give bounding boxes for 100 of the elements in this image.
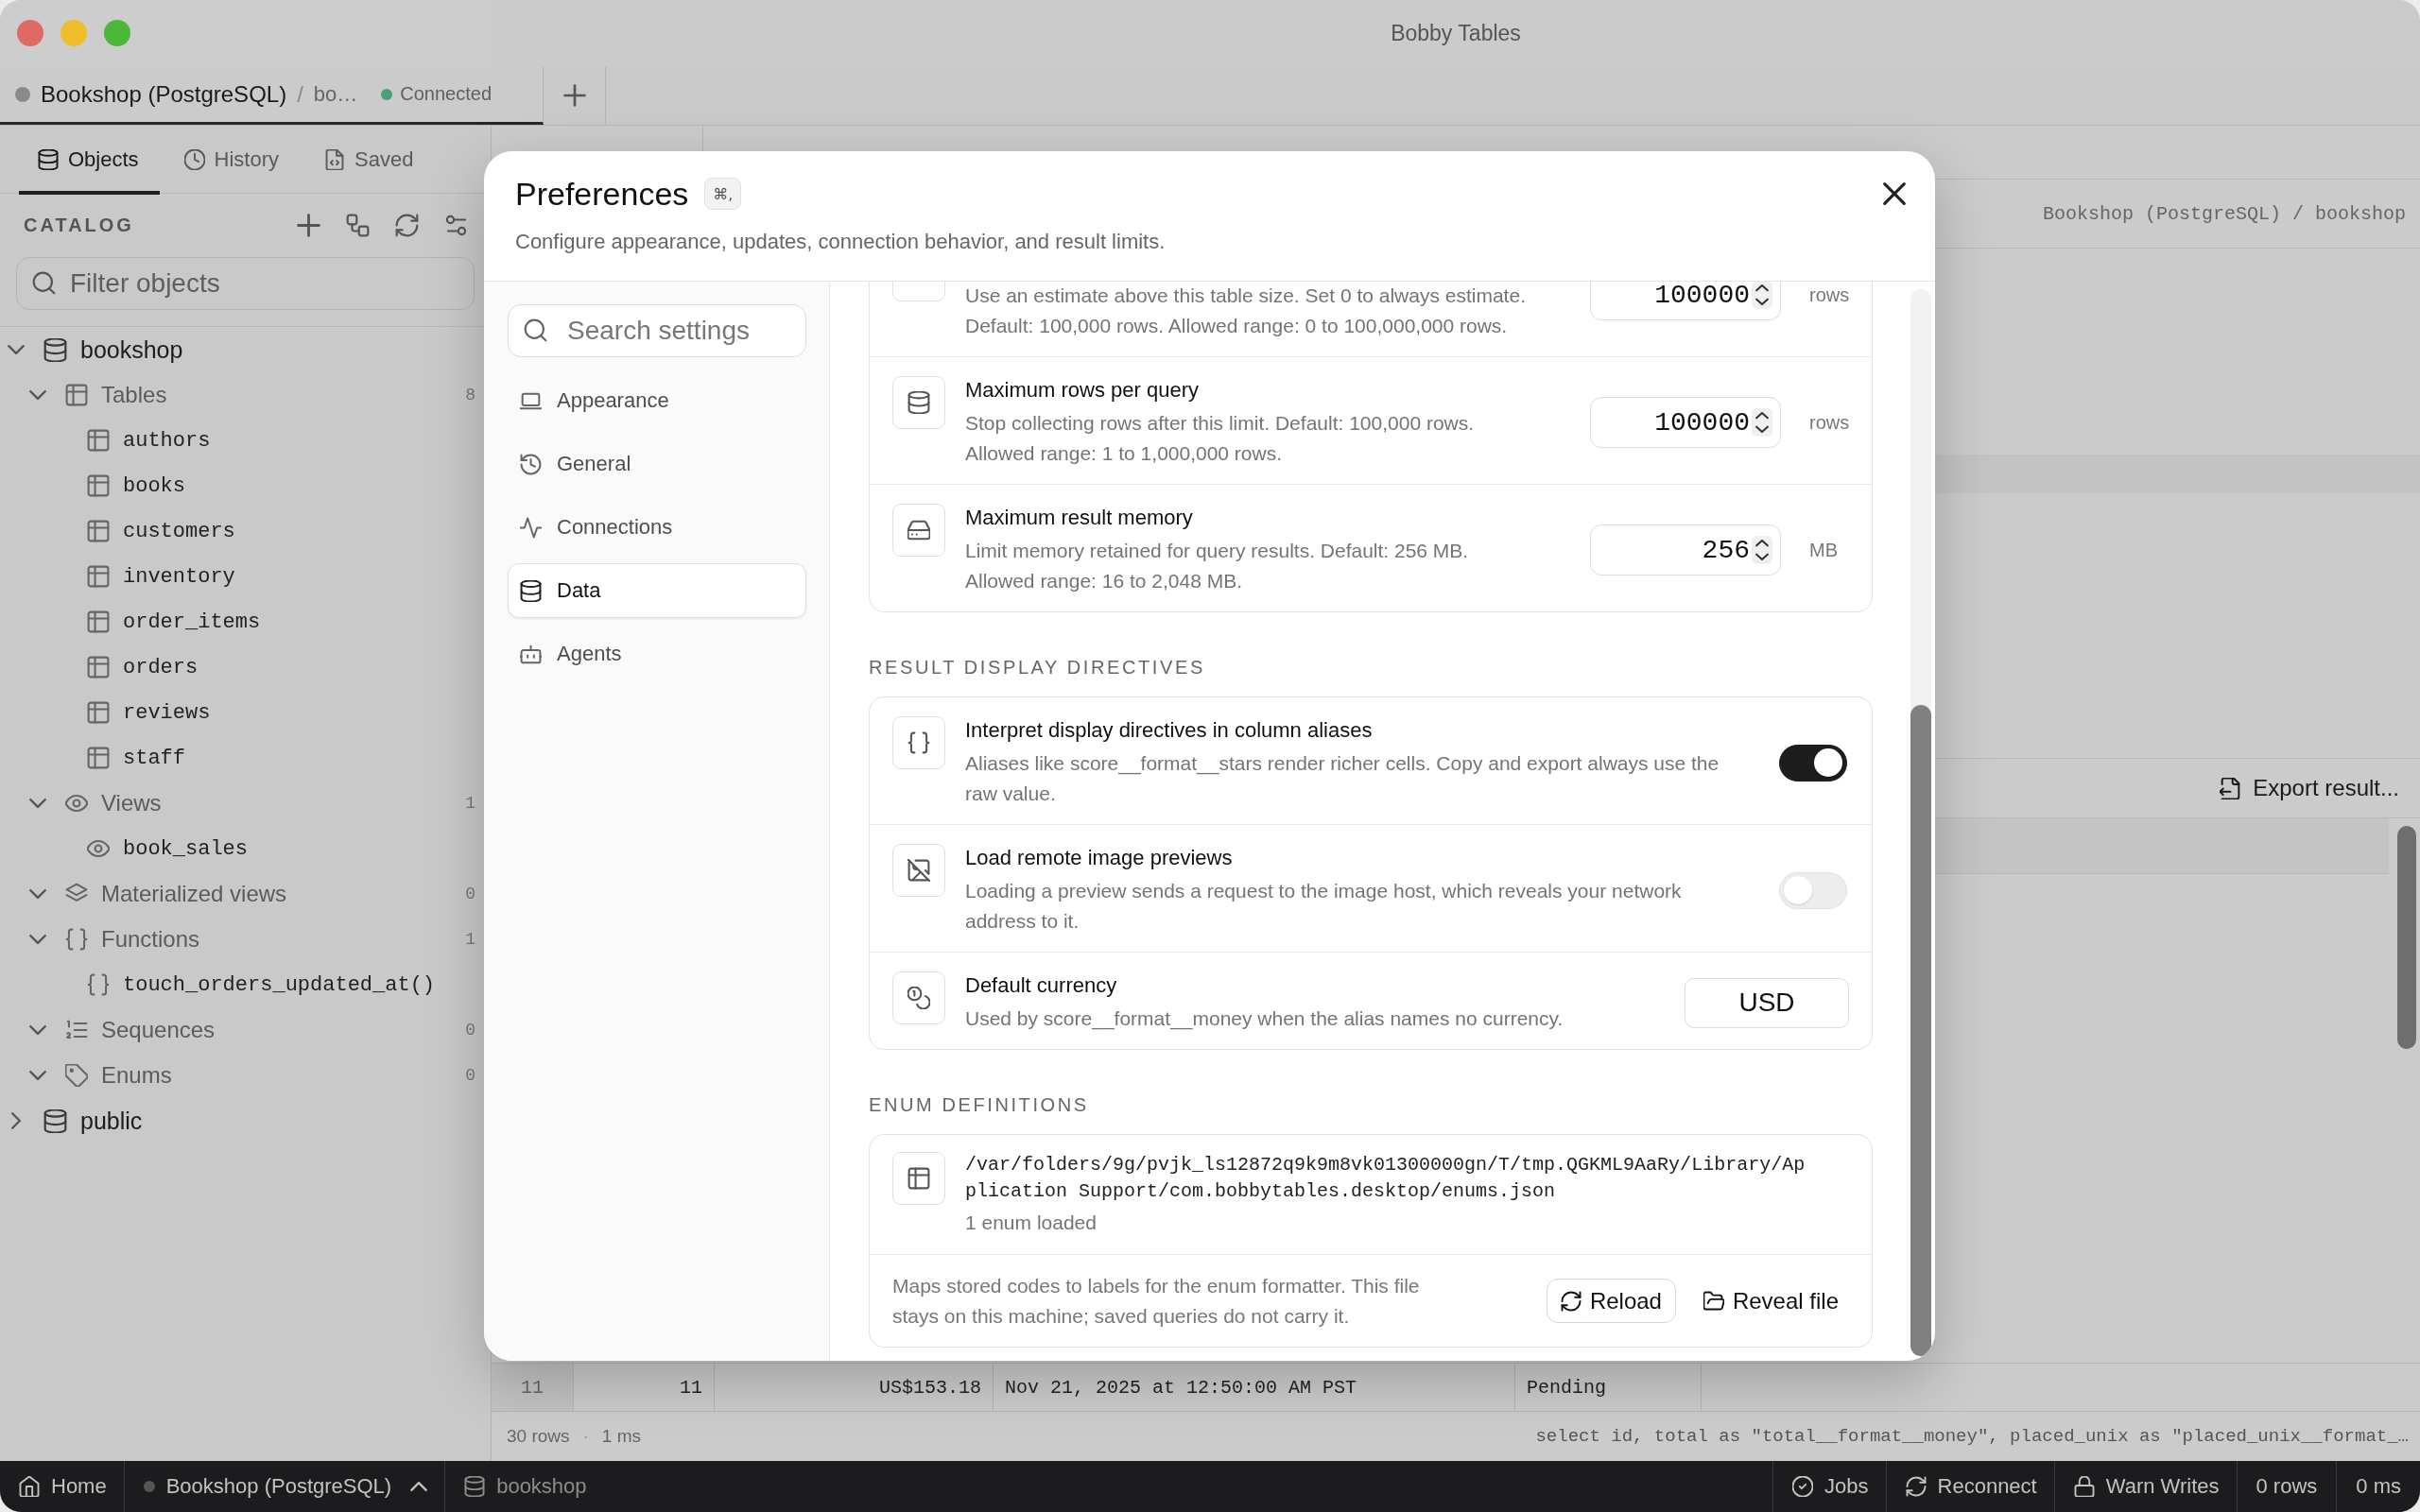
group-label[interactable]: Functions xyxy=(101,926,200,953)
group-label[interactable]: Enums xyxy=(101,1062,172,1089)
close-button[interactable] xyxy=(1883,182,1906,205)
pulse-icon xyxy=(520,516,542,539)
connection-status: Connected xyxy=(400,83,493,105)
connection-tab[interactable]: Bookshop (PostgreSQL) / bo… Connected xyxy=(0,66,544,125)
query-duration: 1 ms xyxy=(601,1426,642,1447)
group-label[interactable]: Views xyxy=(101,790,162,816)
setting-title: Interpret display directives in column aliases xyxy=(965,717,1374,744)
database-icon xyxy=(892,376,945,429)
reveal-file-button[interactable]: Reveal file xyxy=(1690,1279,1851,1323)
stepper-icon[interactable] xyxy=(1752,408,1772,437)
chevron-down-icon[interactable] xyxy=(29,1024,46,1036)
eye-icon xyxy=(65,792,88,815)
hard-drive-icon xyxy=(892,504,945,557)
refresh-icon xyxy=(1560,1290,1582,1312)
jobs-button[interactable]: Jobs xyxy=(1772,1461,1886,1512)
setting-title: Default currency xyxy=(965,972,1118,999)
nav-item[interactable]: Connections xyxy=(508,500,806,555)
braces-icon xyxy=(87,973,110,996)
stepper-icon[interactable] xyxy=(1752,282,1772,309)
chevron-down-icon[interactable] xyxy=(29,1070,46,1081)
sidebar-tab[interactable]: Objects xyxy=(19,126,160,195)
setting-description: Stop collecting rows after this limit. Default: 100,000 rows. Allowed range: 1 to 1,000,000 rows. xyxy=(965,411,1476,466)
tag-icon xyxy=(65,1064,88,1087)
object-name[interactable]: staff xyxy=(123,746,185,770)
number-input[interactable]: 100000 xyxy=(1590,282,1781,320)
item-count: 1 xyxy=(465,930,475,949)
dot-icon xyxy=(143,1481,155,1492)
nav-item[interactable]: Data xyxy=(508,563,806,618)
nav-item[interactable]: General xyxy=(508,437,806,491)
number-input[interactable]: 100000 xyxy=(1590,397,1781,448)
toggle-switch[interactable] xyxy=(1779,744,1847,782)
object-name[interactable]: book_sales xyxy=(123,836,249,861)
number-input[interactable]: 256 xyxy=(1590,524,1781,576)
schema-name[interactable]: bookshop xyxy=(80,335,183,364)
currency-field[interactable]: USD xyxy=(1685,977,1849,1028)
setting-title: Maximum result memory xyxy=(965,505,1194,531)
sidebar-tab[interactable]: Saved xyxy=(305,126,435,195)
unit-label: MB xyxy=(1809,539,1839,561)
item-count: 8 xyxy=(465,386,475,404)
database-icon xyxy=(43,337,67,362)
section-heading: ENUM DEFINITIONS xyxy=(869,1093,1090,1116)
chevron-down-icon[interactable] xyxy=(29,389,46,401)
object-name[interactable]: books xyxy=(123,473,185,498)
connection-menu-button[interactable]: Bookshop (PostgreSQL) xyxy=(124,1461,446,1512)
setting-title: Maximum rows per query xyxy=(965,377,1200,404)
item-count: 0 xyxy=(465,885,475,903)
plus-icon[interactable] xyxy=(297,214,320,237)
schema-name[interactable]: public xyxy=(80,1107,143,1135)
linked-squares-icon[interactable] xyxy=(346,214,370,237)
filter-field[interactable]: Filter objects xyxy=(16,257,475,310)
search-icon xyxy=(524,318,547,342)
database-button[interactable]: bookshop xyxy=(445,1461,604,1512)
setting-title: Load remote image previews xyxy=(965,845,1234,871)
sliders-icon[interactable] xyxy=(444,214,468,237)
reload-button[interactable]: Reload xyxy=(1546,1279,1676,1323)
chevron-down-icon[interactable] xyxy=(8,344,25,355)
table-cell: Pending xyxy=(1515,1364,1702,1411)
sidebar-tab[interactable]: History xyxy=(164,126,301,195)
group-label[interactable]: Materialized views xyxy=(101,881,287,907)
query-text: select id, total as "total__format__money", placed_unix as "placed_unix__format_… xyxy=(1535,1426,2409,1447)
nav-item[interactable]: Agents xyxy=(508,627,806,681)
refresh-icon[interactable] xyxy=(395,214,419,237)
chevron-down-icon[interactable] xyxy=(29,798,46,809)
group-label[interactable]: Tables xyxy=(101,382,167,408)
search-icon xyxy=(32,271,56,295)
table-icon xyxy=(87,474,110,497)
enum-status: 1 enum loaded xyxy=(965,1211,1098,1235)
object-name[interactable]: customers xyxy=(123,519,235,543)
item-count: 0 xyxy=(465,1021,475,1040)
reconnect-button[interactable]: Reconnect xyxy=(1885,1461,2054,1512)
table-icon xyxy=(892,1152,945,1205)
folder-icon xyxy=(1703,1290,1724,1312)
coins-icon xyxy=(892,971,945,1024)
home-button[interactable]: Home xyxy=(0,1461,125,1512)
dialog-subtitle: Configure appearance, updates, connection behavior, and result limits. xyxy=(515,229,1167,255)
item-count: 0 xyxy=(465,1066,475,1085)
nav-item[interactable]: Appearance xyxy=(508,373,806,428)
stepper-icon[interactable] xyxy=(1752,536,1772,564)
object-name[interactable]: orders xyxy=(123,655,199,679)
object-name[interactable]: touch_orders_updated_at() xyxy=(123,972,436,997)
lock-icon xyxy=(2073,1476,2095,1497)
object-name[interactable]: order_items xyxy=(123,610,261,634)
chevron-down-icon[interactable] xyxy=(29,888,46,900)
eye-icon xyxy=(87,837,110,860)
chevron-down-icon[interactable] xyxy=(29,934,46,945)
search-field[interactable]: Search settings xyxy=(508,304,806,357)
chevron-right-icon[interactable] xyxy=(10,1112,22,1129)
setting-description: Limit memory retained for query results. Default: 256 MB. Allowed range: 16 to 2,048 MB. xyxy=(965,539,1470,593)
export-button[interactable]: Export result... xyxy=(2216,769,2403,807)
plus-icon xyxy=(562,84,586,107)
setting-description: Use an estimate above this table size. Set 0 to always estimate. Default: 100,000 rows. Allowed range: 0 to 100,000,000 rows. xyxy=(965,284,1527,338)
keyboard-shortcut: ⌘, xyxy=(704,178,742,210)
object-name[interactable]: inventory xyxy=(123,564,235,589)
warn-writes-button[interactable]: Warn Writes xyxy=(2053,1461,2237,1512)
object-name[interactable]: reviews xyxy=(123,700,211,725)
setting-description: Loading a preview sends a request to the image host, which reveals your network address to it. xyxy=(965,879,1683,934)
group-label[interactable]: Sequences xyxy=(101,1017,216,1043)
object-name[interactable]: authors xyxy=(123,428,211,453)
